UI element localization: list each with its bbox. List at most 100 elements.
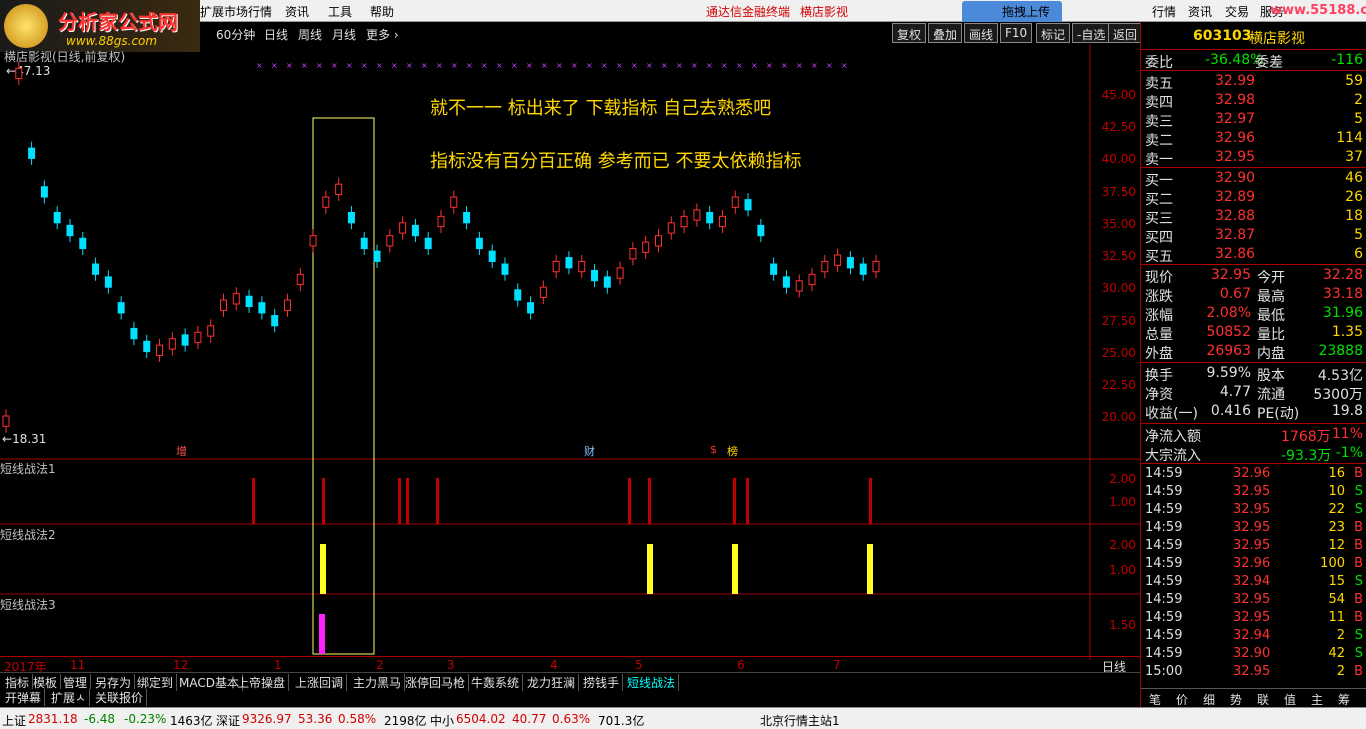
menu-trade[interactable]: 交易 xyxy=(1225,3,1249,20)
zx-index[interactable]: 6504.02 xyxy=(456,712,506,726)
panel-1-tick: 2.00 xyxy=(1109,472,1136,486)
sell-row: 卖二 32.96 114 xyxy=(1141,129,1366,149)
candle-body xyxy=(28,147,36,159)
tick-volume: 10 xyxy=(1328,484,1345,499)
flow-value: -93.3万 xyxy=(1281,448,1332,464)
candle-body xyxy=(335,183,343,195)
signal-marker: × xyxy=(616,61,623,70)
stat-label: 股本 xyxy=(1257,368,1285,384)
tick-time: 14:59 xyxy=(1145,646,1183,661)
candle-body xyxy=(386,235,394,247)
buy-label: 买四 xyxy=(1145,230,1173,246)
tick-side: B xyxy=(1354,610,1363,625)
period-more[interactable]: 更多 › xyxy=(366,26,399,43)
detail-tab[interactable]: 细 xyxy=(1203,691,1215,708)
tool-overlay[interactable]: 叠加 xyxy=(928,23,963,43)
menu-tools[interactable]: 工具 xyxy=(328,3,352,20)
candle-body xyxy=(181,334,189,346)
stock-code: 603103 xyxy=(1193,28,1252,44)
extra-tab[interactable]: 关联报价 xyxy=(92,689,148,706)
tick-side: B xyxy=(1354,520,1363,535)
upload-button[interactable]: 拖拽上传 xyxy=(962,1,1062,23)
candle-body xyxy=(603,276,611,288)
event-mark[interactable]: $ xyxy=(710,443,717,456)
tick-side: B xyxy=(1354,538,1363,553)
tick-side: B xyxy=(1354,592,1363,607)
indicator-tab[interactable]: 捞钱手 xyxy=(580,674,624,691)
detail-tab[interactable]: 联 xyxy=(1257,691,1269,708)
chart-canvas: × × × × × × × × × × × × × × × × × × × × × × × × × × × × × × × × × × × × × × × × xyxy=(0,44,1140,660)
tick-time: 14:59 xyxy=(1145,466,1183,481)
period-week[interactable]: 周线 xyxy=(298,26,322,43)
indicator-tab[interactable]: 上涨回调 xyxy=(292,674,348,691)
detail-tab[interactable]: 价 xyxy=(1176,691,1188,708)
tool-mark[interactable]: 标记 xyxy=(1036,23,1071,43)
tick-row: 14:59 32.90 42 S xyxy=(1141,645,1366,663)
candle-body xyxy=(616,267,624,279)
candle-body xyxy=(309,235,317,247)
tick-volume: 23 xyxy=(1328,520,1345,535)
event-mark[interactable]: 增 xyxy=(176,443,187,459)
news-ticker[interactable]: 北京行情主站1 xyxy=(760,712,840,729)
sh-index[interactable]: 2831.18 xyxy=(28,712,78,726)
sell-volume: 5 xyxy=(1354,111,1363,127)
panel-2-tick: 1.00 xyxy=(1109,563,1136,577)
menu-ext-market[interactable]: 扩展市场行情 xyxy=(200,3,272,20)
indicator-tab[interactable]: 龙力狂澜 xyxy=(524,674,580,691)
tick-list[interactable]: 14:59 32.96 16 B 14:59 32.95 10 S 14:59 32.95 22 S 1… xyxy=(1141,465,1366,685)
sz-index[interactable]: 9326.97 xyxy=(242,712,292,726)
tick-price: 32.95 xyxy=(1233,610,1271,625)
stat-value: 5300万 xyxy=(1313,387,1363,403)
price-tick: 30.00 xyxy=(1101,281,1136,295)
detail-tab[interactable]: 筹 xyxy=(1338,691,1350,708)
detail-tab[interactable]: 主 xyxy=(1311,691,1323,708)
buy-price: 32.89 xyxy=(1215,189,1256,205)
menu-quote[interactable]: 行情 xyxy=(1152,3,1176,20)
kline-chart[interactable]: 横店影视(日线,前复权) ←47.13 ←18.31 就不一一 标出来了 下载指… xyxy=(0,44,1140,660)
menu-info[interactable]: 资讯 xyxy=(1188,3,1212,20)
sell-label: 卖五 xyxy=(1145,76,1173,92)
indicator-tab[interactable]: MACD基本 xyxy=(176,674,243,691)
tool-back[interactable]: 返回 xyxy=(1108,23,1143,43)
indicator-tab[interactable]: 牛轰系统 xyxy=(468,674,524,691)
stat-value: 4.77 xyxy=(1219,384,1251,400)
tick-time: 14:59 xyxy=(1145,556,1183,571)
event-mark[interactable]: 榜 xyxy=(727,443,738,459)
event-mark[interactable]: 财 xyxy=(584,443,595,459)
tick-price: 32.90 xyxy=(1233,646,1271,661)
signal-marker: × xyxy=(286,61,293,70)
tool-f10[interactable]: F10 xyxy=(1000,23,1033,43)
indicator-tab[interactable]: 上帝操盘 xyxy=(234,674,290,691)
sell-price: 32.99 xyxy=(1215,73,1256,89)
indicator-tab[interactable]: 主力黑马 xyxy=(350,674,406,691)
tick-row: 14:59 32.95 23 B xyxy=(1141,519,1366,537)
detail-tab[interactable]: 笔 xyxy=(1149,691,1161,708)
detail-tab[interactable]: 势 xyxy=(1230,691,1242,708)
extra-tab[interactable]: 开弹幕 xyxy=(2,689,46,706)
period-month[interactable]: 月线 xyxy=(332,26,356,43)
date-axis: 2017年 11 12 1 2 3 4 5 6 7 日线 xyxy=(0,656,1140,674)
tick-time: 14:59 xyxy=(1145,628,1183,643)
detail-tab[interactable]: 值 xyxy=(1284,691,1296,708)
panel-3-tick: 1.50 xyxy=(1109,618,1136,632)
stats-block: 现价 32.95 今开 32.28 涨跌 0.67 最高 33.18 涨幅 2.08% 最低 31.9… xyxy=(1141,266,1366,362)
tool-fuquan[interactable]: 复权 xyxy=(892,23,927,43)
promo-terminal[interactable]: 通达信金融终端 xyxy=(706,3,790,20)
menu-help[interactable]: 帮助 xyxy=(370,3,394,20)
candle-body xyxy=(40,186,48,198)
tool-draw[interactable]: 画线 xyxy=(964,23,999,43)
signal-marker: × xyxy=(706,61,713,70)
menu-news[interactable]: 资讯 xyxy=(285,3,309,20)
period-60min[interactable]: 60分钟 xyxy=(216,26,255,43)
candle-body xyxy=(872,260,880,273)
candle-body xyxy=(846,257,854,269)
indicator-tab[interactable]: 涨停回马枪 xyxy=(402,674,470,691)
period-day[interactable]: 日线 xyxy=(264,26,288,43)
signal-bar xyxy=(746,478,749,524)
extra-tab[interactable]: 扩展ㅅ xyxy=(48,689,91,706)
indicator-tab[interactable]: 短线战法 xyxy=(624,674,680,691)
promo-stock[interactable]: 横店影视 xyxy=(800,3,848,20)
tool-watchlist[interactable]: -自选 xyxy=(1072,23,1111,43)
flow-block: 净流入额 1768万 11% 大宗流入 -93.3万 -1% xyxy=(1141,425,1366,464)
candle-body xyxy=(143,340,151,353)
